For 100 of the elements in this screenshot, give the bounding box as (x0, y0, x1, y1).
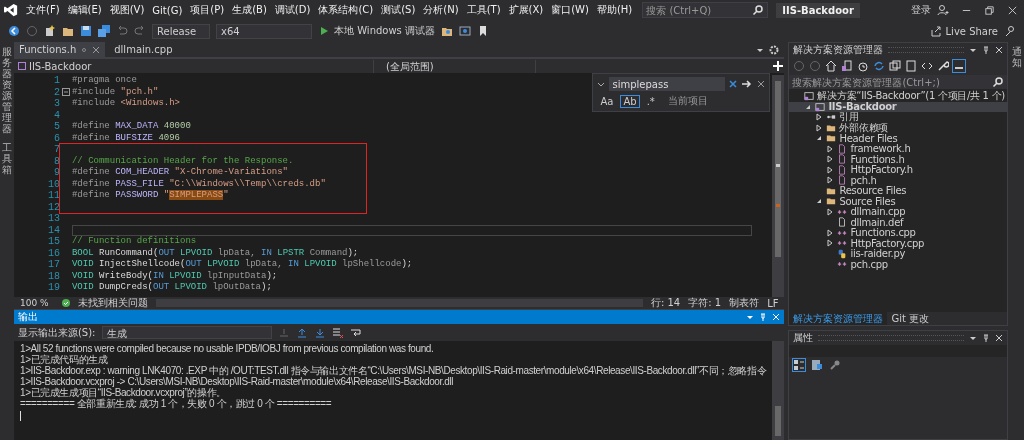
menu-item[interactable]: 生成(B) (228, 1, 271, 19)
next-icon[interactable] (313, 326, 326, 339)
key-icon[interactable] (829, 359, 842, 371)
output-source-dropdown[interactable]: 生成 (101, 326, 272, 339)
configuration-dropdown[interactable]: Release (152, 23, 210, 39)
issues-status[interactable]: 未找到相关问题 (77, 296, 148, 310)
collapsed-arrow-icon[interactable] (826, 144, 835, 153)
expanded-arrow-icon[interactable] (815, 197, 824, 206)
new-project-icon[interactable] (44, 25, 56, 37)
panel-tab[interactable]: Git 更改 (887, 312, 934, 325)
tree-item[interactable]: dllmain.def (789, 217, 1007, 228)
menu-item[interactable]: Git(G) (148, 2, 187, 18)
menu-item[interactable]: 调试(D) (270, 1, 315, 19)
tree-item[interactable]: 引用 (789, 112, 1007, 123)
live-share-button[interactable]: Live Share (929, 25, 998, 37)
file-tab[interactable]: Functions.h (13, 42, 106, 57)
menu-item[interactable]: 项目(P) (186, 1, 229, 19)
property-pages-icon[interactable] (811, 359, 824, 371)
tree-item[interactable]: iis-raider.py (789, 248, 1007, 259)
side-tab[interactable]: 通知 (1012, 46, 1022, 68)
tree-item[interactable]: HttpFactory.h (789, 164, 1007, 175)
redo-icon[interactable] (134, 25, 146, 37)
settings-icon[interactable] (768, 43, 781, 56)
pin-icon[interactable] (982, 46, 990, 54)
tree-item[interactable]: framework.h (789, 143, 1007, 154)
find-option-toggle[interactable]: Aa (597, 94, 617, 108)
undo-icon[interactable] (116, 25, 128, 37)
switch-views-icon[interactable] (841, 60, 854, 72)
clear-all-icon[interactable] (331, 326, 344, 339)
person-add-icon[interactable] (937, 4, 949, 16)
collapsed-arrow-icon[interactable] (815, 113, 824, 122)
save-all-icon[interactable] (98, 25, 110, 37)
find-next-icon[interactable] (741, 78, 754, 90)
categorized-icon[interactable] (793, 359, 806, 371)
find-option-toggle[interactable]: .* (643, 94, 658, 108)
bookmark-icon[interactable] (477, 25, 489, 37)
menu-item[interactable]: 视图(V) (105, 1, 149, 19)
home-icon[interactable] (825, 60, 838, 72)
code-icon[interactable] (921, 60, 934, 72)
menu-item[interactable]: 窗口(W) (547, 1, 593, 19)
sync-icon[interactable] (873, 60, 886, 72)
folder-search-icon[interactable] (441, 25, 453, 37)
tree-item[interactable]: 外部依赖项 (789, 122, 1007, 133)
menu-item[interactable]: 帮助(H) (592, 1, 637, 19)
platform-dropdown[interactable]: x64 (216, 23, 312, 39)
split-icon[interactable] (772, 60, 785, 72)
expanded-arrow-icon[interactable] (815, 134, 824, 143)
tree-item[interactable]: dllmain.cpp (789, 206, 1007, 217)
tree-item[interactable]: Functions.cpp (789, 227, 1007, 238)
collapsed-arrow-icon[interactable] (826, 228, 835, 237)
clear-icon[interactable] (729, 80, 738, 88)
menu-item[interactable]: 分析(N) (419, 1, 463, 19)
collapse-all-icon[interactable] (889, 60, 902, 72)
menu-item[interactable]: 工具(T) (462, 1, 505, 19)
zoom-dropdown[interactable]: 100 % (19, 298, 54, 308)
side-tab[interactable]: 服务器资源管理器 (2, 46, 12, 134)
collapsed-arrow-icon[interactable] (826, 176, 835, 185)
menu-item[interactable]: 编辑(E) (63, 1, 106, 19)
preview-icon[interactable] (953, 60, 966, 72)
tree-item[interactable]: pch.cpp (789, 259, 1007, 270)
close-icon[interactable] (995, 334, 1003, 342)
menu-item[interactable]: 扩展(X) (504, 1, 548, 19)
word-wrap-icon[interactable] (349, 326, 362, 339)
show-all-files-icon[interactable] (905, 60, 918, 72)
close-icon[interactable] (1007, 4, 1018, 16)
pin-icon[interactable] (80, 45, 89, 54)
scrollbar[interactable] (772, 75, 785, 297)
tree-item[interactable]: Header Files (789, 133, 1007, 144)
panel-tab[interactable]: 解决方案资源管理器 (789, 312, 888, 325)
previous-icon[interactable] (295, 326, 308, 339)
collapsed-arrow-icon[interactable] (826, 239, 835, 248)
collapsed-arrow-icon[interactable] (826, 165, 835, 174)
collapsed-arrow-icon[interactable] (826, 155, 835, 164)
find-option-toggle[interactable]: Ab (620, 94, 640, 108)
pin-icon[interactable] (982, 334, 990, 342)
open-folder-icon[interactable] (62, 25, 74, 37)
close-icon[interactable] (92, 45, 101, 54)
close-icon[interactable] (995, 46, 1003, 54)
pin-icon[interactable] (759, 313, 768, 321)
scope-dropdown[interactable]: (全局范围) (375, 59, 536, 73)
start-debugger-button[interactable]: 本地 Windows 调试器 (318, 24, 435, 38)
restore-icon[interactable] (984, 4, 995, 16)
collapsed-arrow-icon[interactable] (815, 123, 824, 132)
side-tab[interactable]: 工具箱 (2, 142, 12, 175)
tree-item[interactable]: Functions.h (789, 154, 1007, 165)
search-field[interactable]: 搜索解决方案资源管理器(Ctrl+;) (789, 75, 1007, 89)
project-dropdown[interactable]: IIS-Backdoor (13, 59, 374, 73)
sign-in-link[interactable]: 登录 (911, 3, 931, 17)
menu-item[interactable]: 测试(S) (377, 1, 420, 19)
save-icon[interactable] (80, 25, 92, 37)
search-field[interactable]: 搜索 (Ctrl+Q) (642, 2, 769, 18)
history-icon[interactable] (857, 60, 870, 72)
expand-icon[interactable] (597, 80, 606, 88)
screenshot-icon[interactable] (459, 25, 471, 37)
collapse-icon[interactable] (61, 88, 70, 97)
dropdown-icon[interactable] (969, 46, 977, 54)
close-icon[interactable] (757, 80, 766, 88)
dropdown-icon[interactable] (969, 334, 977, 342)
tree-item[interactable]: 解决方案“IIS-Backdoor”(1 个项目/共 1 个) (789, 91, 1007, 102)
tree-item[interactable]: HttpFactory.cpp (789, 238, 1007, 249)
